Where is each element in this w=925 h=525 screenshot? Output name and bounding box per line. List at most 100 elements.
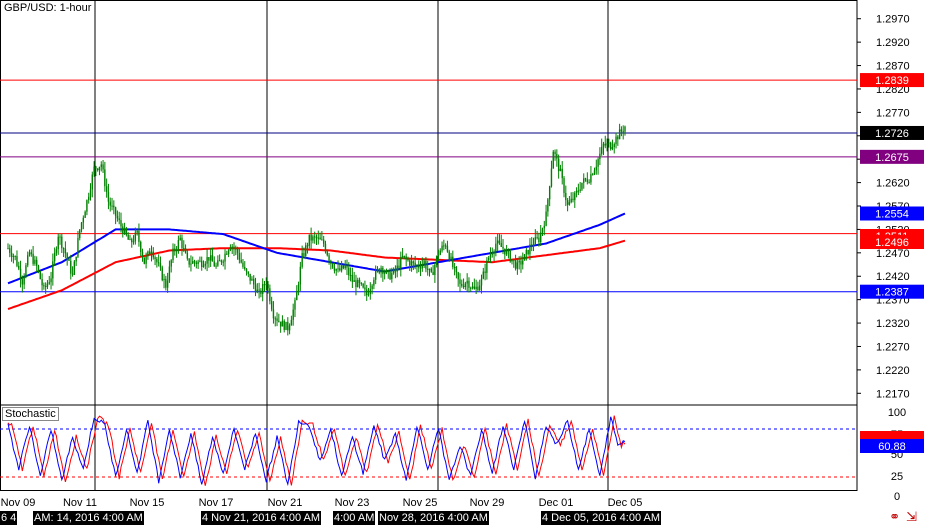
candle-body [122,226,124,234]
candle-body [44,286,47,288]
candle-body [235,248,237,250]
candle-body [337,268,339,270]
candle-body [79,229,81,239]
y-tick-label-11: 1.2420 [876,271,910,283]
candle-body [294,300,296,310]
candle-body [525,249,528,255]
candle-body [328,255,330,261]
x-tick-label-9: Dec 05 [608,497,643,509]
candle-body [611,146,614,150]
candle-body [581,182,583,190]
candle-body [154,257,156,259]
y-tick-label-10: 1.2470 [876,248,910,260]
candle-body [396,265,398,272]
candle-body [434,264,436,275]
candle-body [561,168,563,179]
candle-body [73,261,76,275]
timestamp-4: Nov 28, 2016 4:00 AM [378,511,489,525]
candle-body [382,267,384,274]
candle-body [174,248,176,251]
candle-body [374,270,377,280]
candle-body [557,158,560,172]
candle-body [574,192,576,201]
candle-body [52,261,54,279]
candle-body [378,269,380,273]
candle-body [529,244,531,255]
timestamp-3: 4:00 AM [333,511,376,525]
candle-body [556,154,558,159]
candle-body [260,290,262,294]
candle-body [502,246,504,249]
candle-body [113,205,115,208]
candle-body [96,168,99,171]
candle-body [351,275,354,282]
x-tick-label-0: Nov 09 [1,497,36,509]
candle-body [19,268,22,280]
x-tick-label-6: Nov 25 [403,497,438,509]
candle-body [288,325,291,331]
candle-body [435,256,438,265]
timestamp-1: AM: 14, 2016 4:00 AM [33,511,144,525]
candle-body [32,253,34,264]
candle-body [163,278,165,281]
candle-body [477,286,479,291]
candle-body [339,268,341,271]
candle-body [385,270,388,273]
candle-body [613,144,615,147]
arrow-right-icon[interactable]: ⇲ [906,510,917,525]
candle-body [443,245,445,247]
candle-body [197,261,199,264]
candle-body [315,236,318,239]
candle-body [204,263,206,266]
candle-body [608,142,610,144]
candle-body [532,244,535,246]
candle-body [170,260,172,267]
candle-body [552,151,554,169]
candle-body [141,252,144,258]
candle-body [227,250,230,255]
candle-body [61,236,63,249]
x-tick-label-5: Nov 23 [335,497,370,509]
candle-body [563,178,565,193]
candle-body [496,240,499,244]
candle-body [71,273,74,275]
grid-lines [0,0,858,491]
link-icon[interactable]: ⚭ [889,510,900,525]
candle-body [98,166,101,171]
candle-body [357,279,359,288]
candle-body [59,236,61,238]
candle-body [208,257,210,261]
candle-body [109,201,111,206]
candle-body [35,259,38,266]
candle-body [272,309,275,319]
candle-body [299,266,302,285]
candle-body [48,282,50,284]
candle-body [152,251,154,258]
candle-body [258,289,260,291]
candle-body [183,247,185,249]
candle-body [161,267,163,281]
candle-body [588,182,590,184]
candle-body [470,287,472,289]
candle-body [392,268,395,274]
candle-body [53,252,56,262]
candle-body [317,237,319,239]
candle-body [479,285,481,291]
candle-body [287,321,289,331]
candle-body [156,258,158,263]
candle-body [570,198,572,203]
candle-body [7,248,9,250]
candle-body [66,253,68,259]
stoch-value: 60.88 [878,441,906,453]
candle-body [251,278,253,281]
candle-body [82,217,85,223]
stochastic-label: Stochastic [2,407,59,421]
candle-body [270,301,273,310]
candle-body [62,248,65,250]
candle-body [37,265,40,272]
y-tick-label-15: 1.2220 [876,365,910,377]
candle-body [111,205,113,207]
candle-body [95,166,97,169]
candle-body [448,251,450,260]
candle-body [527,249,529,255]
